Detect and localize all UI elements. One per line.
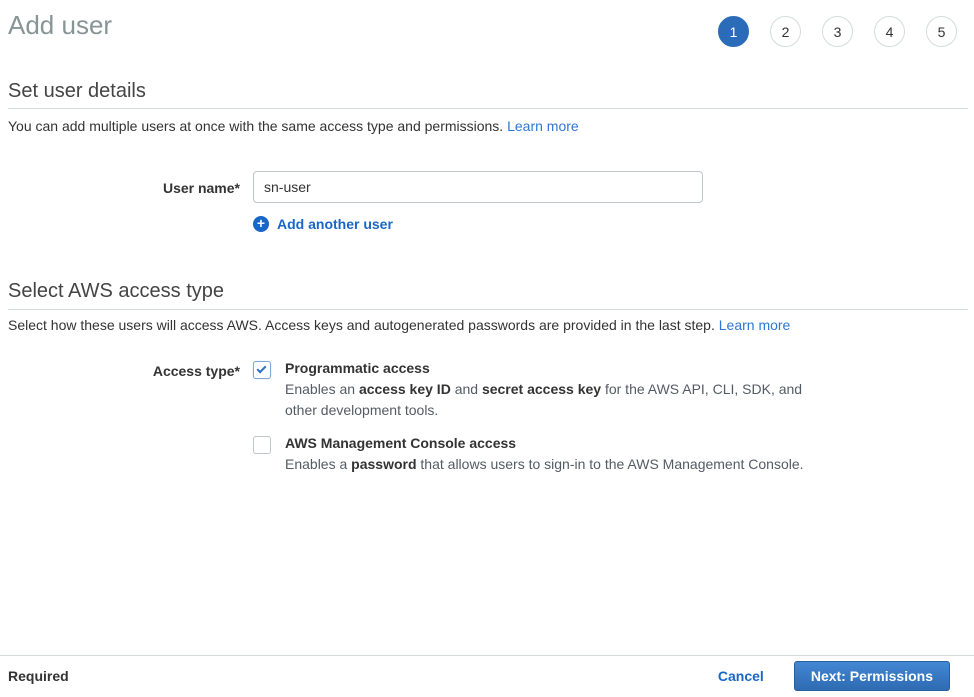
learn-more-link-access-type[interactable]: Learn more — [719, 317, 791, 333]
page-title: Add user — [8, 10, 112, 41]
access-type-label: Access type* — [8, 363, 240, 379]
access-type-intro-text: Select how these users will access AWS. … — [8, 317, 719, 333]
next-permissions-button[interactable]: Next: Permissions — [794, 661, 950, 691]
section-heading-access-type: Select AWS access type — [8, 280, 224, 303]
wizard-step-2[interactable]: 2 — [770, 16, 801, 47]
programmatic-access-body: Programmatic access Enables an access ke… — [285, 360, 809, 421]
programmatic-access-title[interactable]: Programmatic access — [285, 360, 809, 376]
cancel-button[interactable]: Cancel — [718, 668, 764, 684]
programmatic-access-description: Enables an access key ID and secret acce… — [285, 379, 809, 421]
access-type-intro: Select how these users will access AWS. … — [8, 317, 790, 333]
desc-text: Enables a — [285, 456, 351, 472]
check-icon — [257, 364, 267, 374]
programmatic-access-option: Programmatic access Enables an access ke… — [253, 360, 809, 421]
wizard-step-1[interactable]: 1 — [718, 16, 749, 47]
wizard-step-5[interactable]: 5 — [926, 16, 957, 47]
console-access-title[interactable]: AWS Management Console access — [285, 435, 804, 451]
section-divider — [8, 108, 968, 109]
programmatic-access-checkbox[interactable] — [253, 361, 271, 379]
wizard-step-3[interactable]: 3 — [822, 16, 853, 47]
user-name-input[interactable] — [253, 171, 703, 203]
console-access-option: AWS Management Console access Enables a … — [253, 435, 804, 475]
desc-text-bold: access key ID — [359, 381, 451, 397]
console-access-checkbox[interactable] — [253, 436, 271, 454]
add-user-page: Add user 1 2 3 4 5 Set user details You … — [0, 0, 974, 697]
plus-circle-icon[interactable]: + — [253, 216, 269, 232]
section-heading-user-details: Set user details — [8, 80, 146, 103]
desc-text: Enables an — [285, 381, 359, 397]
desc-text-bold: password — [351, 456, 416, 472]
user-name-label: User name* — [8, 180, 240, 196]
add-another-user-label[interactable]: Add another user — [277, 216, 393, 232]
user-details-intro: You can add multiple users at once with … — [8, 118, 579, 134]
section-divider — [8, 309, 968, 310]
learn-more-link-user-details[interactable]: Learn more — [507, 118, 579, 134]
desc-text: and — [451, 381, 482, 397]
wizard-steps: 1 2 3 4 5 — [718, 16, 957, 47]
desc-text: that allows users to sign-in to the AWS … — [417, 456, 804, 472]
desc-text-bold: secret access key — [482, 381, 601, 397]
footer-divider — [0, 655, 974, 656]
required-note: Required — [8, 668, 69, 684]
add-another-user-button[interactable]: + Add another user — [253, 216, 393, 232]
console-access-description: Enables a password that allows users to … — [285, 454, 804, 475]
console-access-body: AWS Management Console access Enables a … — [285, 435, 804, 475]
wizard-step-4[interactable]: 4 — [874, 16, 905, 47]
user-details-intro-text: You can add multiple users at once with … — [8, 118, 507, 134]
footer-actions: Cancel Next: Permissions — [718, 661, 950, 691]
